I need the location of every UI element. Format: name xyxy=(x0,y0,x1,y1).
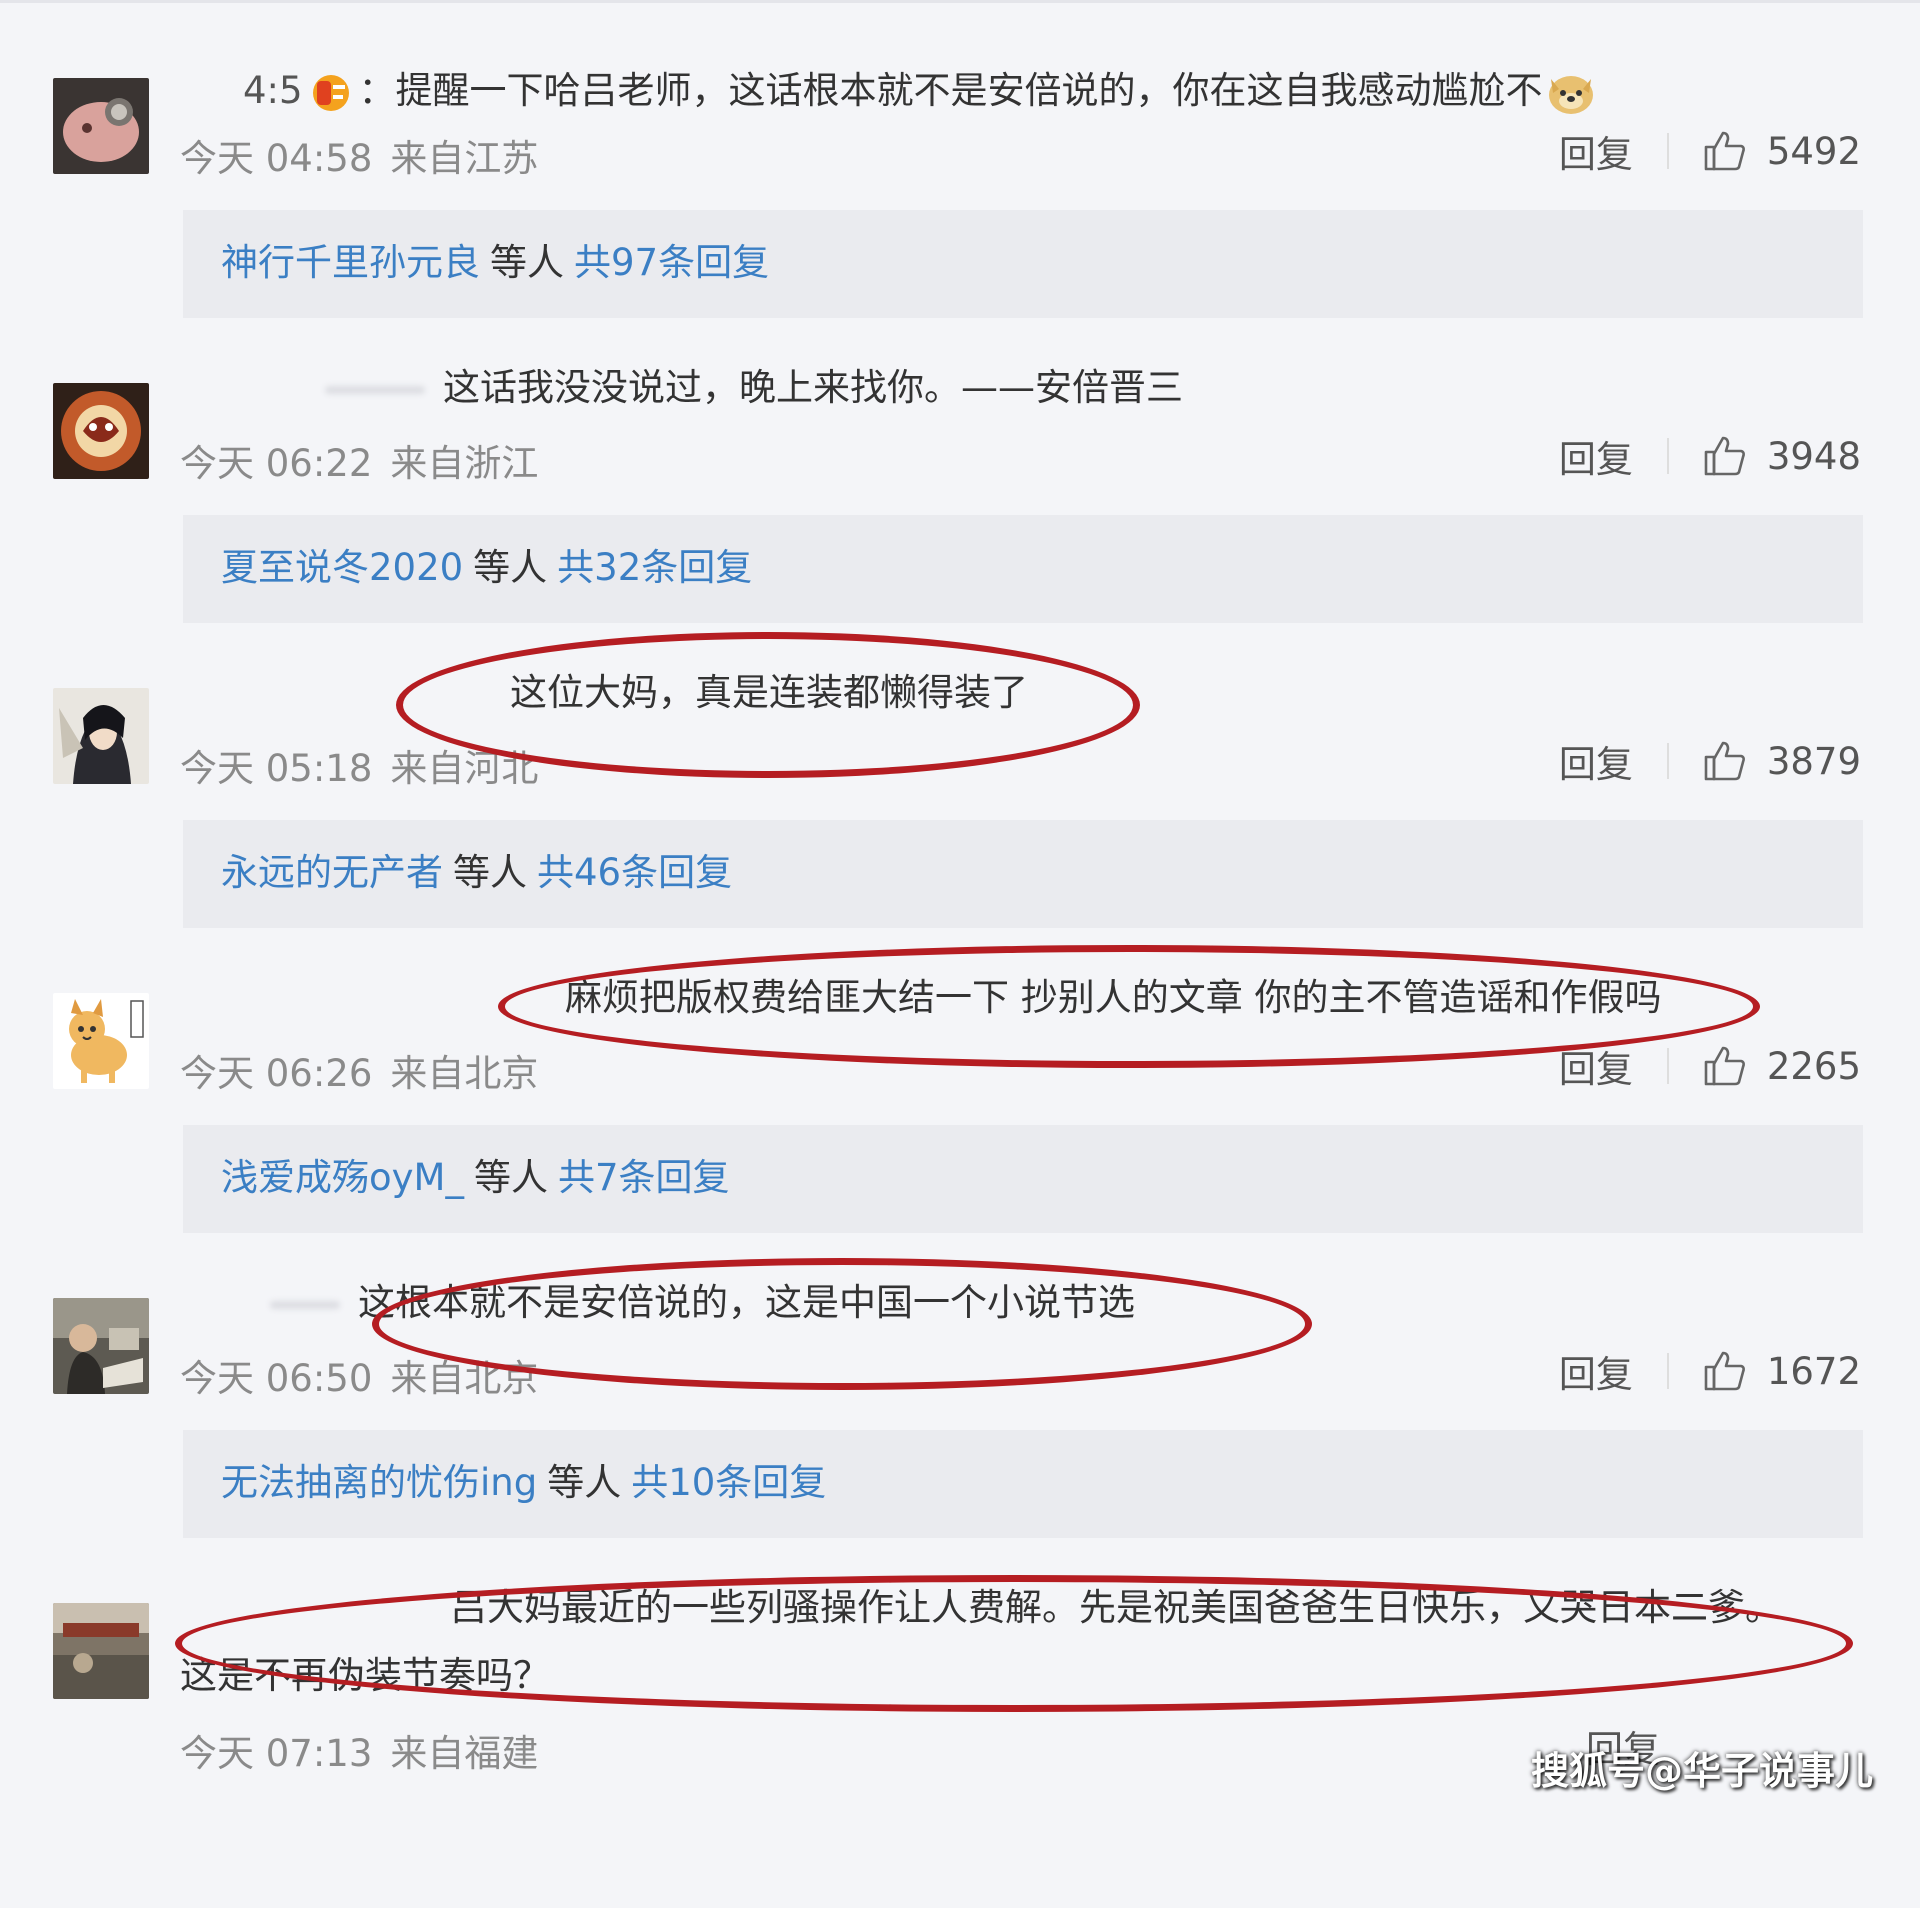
avatar[interactable] xyxy=(53,1298,149,1394)
comment-body: 这话我没没说过，晚上来找你。——安倍晋三 xyxy=(443,366,1183,409)
reply-total-link[interactable]: 共7条回复 xyxy=(558,1156,730,1199)
thumbs-up-icon[interactable] xyxy=(1703,739,1747,783)
comment-location: 来自福建 xyxy=(390,1732,539,1775)
reply-button[interactable]: 回复 xyxy=(1559,429,1633,483)
reply-summary[interactable]: 永远的无产者 等人 共46条回复 xyxy=(183,820,1863,928)
reply-total-link[interactable]: 共97条回复 xyxy=(574,241,769,284)
comment-time: 今天 06:50 xyxy=(180,1357,373,1400)
like-count: 5492 xyxy=(1766,129,1861,173)
comment-body: ：提醒一下哈吕老师，这话根本就不是安倍说的，你在这自我感动尴尬不 xyxy=(358,69,1543,112)
reply-total-link[interactable]: 共10条回复 xyxy=(631,1461,826,1504)
username-redacted xyxy=(270,1300,340,1309)
comment-item: 4:5 ：提醒一下哈吕老师，这话根本就不是安倍说的，你在这自我感动尴尬不 今天 0… xyxy=(0,69,1920,383)
comment-actions: 回复 3879 xyxy=(1559,738,1861,787)
reply-summary[interactable]: 浅爱成殇oyM_ 等人 共7条回复 xyxy=(183,1125,1863,1233)
comment-time: 今天 04:58 xyxy=(180,137,373,180)
comment-meta: 今天 04:58 来自江苏 xyxy=(180,128,538,182)
avatar[interactable] xyxy=(53,688,149,784)
top-divider xyxy=(0,0,1920,3)
reply-user-link[interactable]: 神行千里孙元良 xyxy=(221,241,480,284)
action-divider xyxy=(1666,133,1669,169)
username-redacted xyxy=(325,385,425,394)
comment-time: 今天 05:18 xyxy=(180,747,373,790)
thumbs-up-icon[interactable] xyxy=(1703,434,1747,478)
like-count: 3879 xyxy=(1766,739,1861,783)
comment-actions: 回复 3948 xyxy=(1559,433,1861,482)
avatar[interactable] xyxy=(53,1603,149,1699)
comment-meta: 今天 07:13 来自福建 xyxy=(180,1723,538,1777)
reply-button[interactable]: 回复 xyxy=(1559,734,1633,788)
comment-location: 来自浙江 xyxy=(390,442,539,485)
action-divider xyxy=(1666,1353,1669,1389)
comment-time: 今天 06:26 xyxy=(180,1052,373,1095)
highlight-ellipse xyxy=(396,632,1140,778)
action-divider xyxy=(1666,743,1669,779)
reply-user-link[interactable]: 无法抽离的忧伤ing xyxy=(221,1461,537,1504)
reply-user-link[interactable]: 浅爱成殇oyM_ xyxy=(221,1156,464,1199)
reply-mid-text: 等人 xyxy=(473,1156,548,1199)
comment-meta: 今天 06:26 来自北京 xyxy=(180,1043,538,1097)
comment-location: 来自江苏 xyxy=(390,137,539,180)
highlight-ellipse xyxy=(175,1575,1853,1712)
reply-button[interactable]: 回复 xyxy=(1559,1344,1633,1398)
comment-meta: 今天 06:22 来自浙江 xyxy=(180,433,538,487)
reply-button[interactable]: 回复 xyxy=(1559,124,1633,178)
comment-location: 来自北京 xyxy=(390,1052,539,1095)
like-count: 2265 xyxy=(1766,1044,1861,1088)
reply-mid-text: 等人 xyxy=(473,546,548,589)
reply-total-link[interactable]: 共46条回复 xyxy=(537,851,732,894)
reply-mid-text: 等人 xyxy=(453,851,527,894)
like-count: 3948 xyxy=(1766,434,1861,478)
like-count: 1672 xyxy=(1766,1349,1861,1393)
reply-mid-text: 等人 xyxy=(490,241,564,284)
reply-summary[interactable]: 神行千里孙元良 等人 共97条回复 xyxy=(183,210,1863,318)
doge-emoji-icon xyxy=(1547,71,1595,115)
thumbs-up-icon[interactable] xyxy=(1703,1349,1747,1393)
highlight-ellipse xyxy=(498,945,1760,1068)
reply-mid-text: 等人 xyxy=(547,1461,622,1504)
action-divider xyxy=(1666,438,1669,474)
reply-summary[interactable]: 无法抽离的忧伤ing 等人 共10条回复 xyxy=(183,1430,1863,1538)
avatar[interactable] xyxy=(53,993,149,1089)
reply-user-link[interactable]: 夏至说冬2020 xyxy=(221,546,463,589)
watermark: 搜狐号@华子说事儿 xyxy=(1530,1749,1873,1793)
angry-emoji-icon xyxy=(307,71,355,115)
avatar[interactable] xyxy=(53,383,149,479)
reply-summary[interactable]: 夏至说冬2020 等人 共32条回复 xyxy=(183,515,1863,623)
comment-actions: 回复 2265 xyxy=(1559,1043,1861,1092)
comment-prefix: 4:5 xyxy=(243,69,303,112)
avatar[interactable] xyxy=(53,78,149,174)
comment-time: 今天 07:13 xyxy=(180,1732,373,1775)
thumbs-up-icon[interactable] xyxy=(1703,129,1747,173)
action-divider xyxy=(1666,1048,1669,1084)
thumbs-up-icon[interactable] xyxy=(1703,1044,1747,1088)
comment-text: 这话我没没说过，晚上来找你。——安倍晋三 xyxy=(325,363,1183,413)
reply-user-link[interactable]: 永远的无产者 xyxy=(221,851,443,894)
comment-time: 今天 06:22 xyxy=(180,442,373,485)
comment-actions: 回复 5492 xyxy=(1559,128,1861,177)
comment-actions: 回复 1672 xyxy=(1559,1348,1861,1397)
highlight-ellipse xyxy=(372,1258,1312,1390)
reply-total-link[interactable]: 共32条回复 xyxy=(557,546,752,589)
comment-text: 4:5 ：提醒一下哈吕老师，这话根本就不是安倍说的，你在这自我感动尴尬不 xyxy=(243,66,1599,116)
